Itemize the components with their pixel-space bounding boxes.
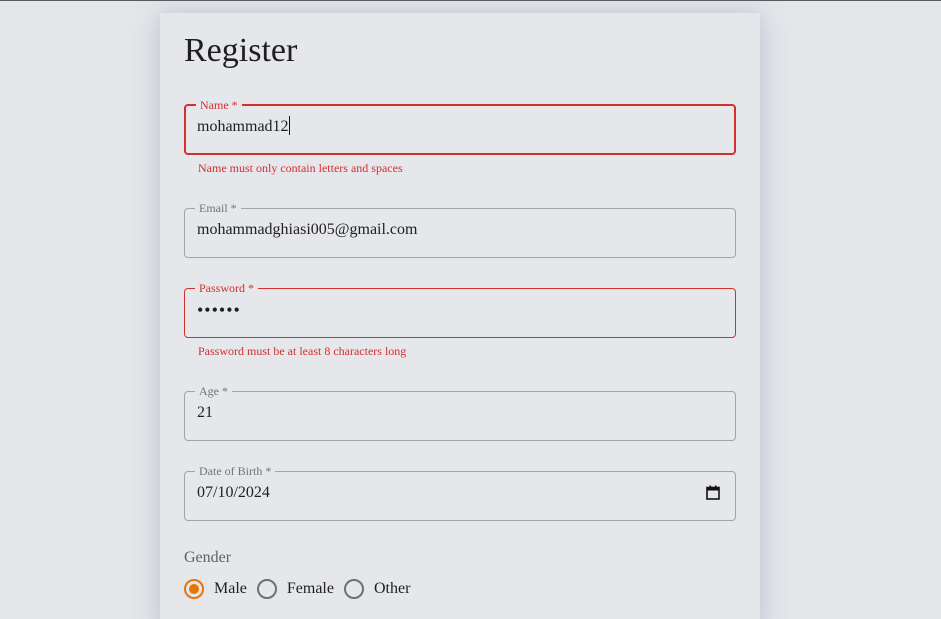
password-field-label: Password * <box>199 281 255 295</box>
gender-radio-female[interactable]: Female <box>256 579 334 599</box>
gender-option-label: Other <box>373 580 411 597</box>
age-field-wrapper: Age * <box>184 385 736 441</box>
gender-option-label: Male <box>214 580 247 597</box>
register-card: Register Name * Name must only contain l… <box>160 13 760 619</box>
name-error-text: Name must only contain letters and space… <box>198 161 403 175</box>
dob-field-wrapper: Date of Birth * <box>184 465 736 521</box>
password-input[interactable] <box>197 296 723 324</box>
radio-unchecked-icon[interactable] <box>256 579 277 599</box>
name-field-label: Name * <box>200 98 238 112</box>
calendar-icon[interactable] <box>706 485 720 500</box>
email-field-label: Email * <box>199 201 237 215</box>
gender-radio-male[interactable]: Male <box>184 579 247 599</box>
gender-option-label: Female <box>286 580 334 597</box>
dob-field-label: Date of Birth * <box>199 464 272 478</box>
gender-radio-group: Male Female Other <box>184 579 420 599</box>
text-caret <box>289 116 290 135</box>
name-field-wrapper: Name * <box>184 99 736 155</box>
radio-unchecked-icon[interactable] <box>343 579 364 599</box>
age-input[interactable] <box>197 399 723 427</box>
page: Register Name * Name must only contain l… <box>0 0 941 619</box>
dob-input[interactable] <box>197 479 723 507</box>
radio-checked-icon[interactable] <box>184 579 204 599</box>
password-error-text: Password must be at least 8 characters l… <box>198 344 407 358</box>
email-input[interactable] <box>197 216 723 244</box>
email-field-wrapper: Email * <box>184 202 736 258</box>
gender-radio-other[interactable]: Other <box>343 579 411 599</box>
password-field-wrapper: Password * <box>184 282 736 338</box>
page-title: Register <box>184 32 298 69</box>
name-input[interactable] <box>197 113 723 141</box>
gender-label: Gender <box>184 549 232 566</box>
age-field-label: Age * <box>199 384 228 398</box>
